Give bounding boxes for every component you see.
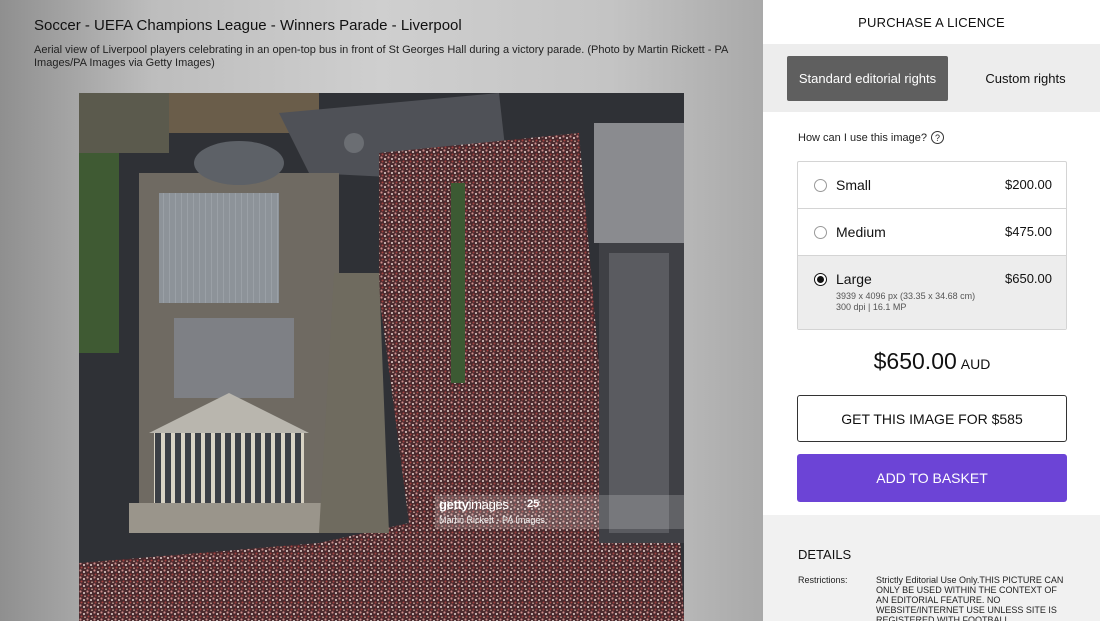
size-price: $200.00	[1005, 177, 1052, 192]
size-detail: 3939 x 4096 px (33.35 x 34.68 cm) 300 dp…	[836, 291, 975, 313]
restrictions-label: Restrictions:	[798, 575, 848, 585]
size-dimensions: 3939 x 4096 px (33.35 x 34.68 cm)	[836, 291, 976, 301]
size-price: $650.00	[1005, 271, 1052, 286]
size-options: Small $200.00 Medium $475.00 Large $650.…	[797, 161, 1067, 330]
size-name: Medium	[836, 224, 886, 240]
standard-rights-tab[interactable]: Standard editorial rights	[787, 56, 948, 101]
details-section: DETAILS Restrictions: Strictly Editorial…	[763, 515, 1100, 621]
custom-rights-tab[interactable]: Custom rights	[945, 56, 1100, 101]
details-title: DETAILS	[798, 547, 852, 562]
image-viewer: Soccer - UEFA Champions League - Winners…	[0, 0, 763, 621]
total-price: $650.00 AUD	[797, 348, 1067, 375]
radio-large[interactable]	[814, 273, 827, 286]
size-name: Small	[836, 177, 872, 193]
add-to-basket-button[interactable]: ADD TO BASKET	[797, 454, 1067, 502]
get-image-button[interactable]: GET THIS IMAGE FOR $585	[797, 395, 1067, 442]
size-resolution: 300 dpi | 16.1 MP	[836, 302, 907, 312]
help-icon[interactable]: ?	[931, 131, 945, 144]
panel-heading: PURCHASE A LICENCE	[858, 14, 1005, 30]
usage-question-label: How can I use this image?	[798, 131, 928, 144]
usage-question: How can I use this image? ?	[798, 131, 945, 144]
purchase-panel: PURCHASE A LICENCE Standard editorial ri…	[763, 0, 1100, 621]
watermark-brand: gettyimages	[439, 497, 509, 512]
image-title: Soccer - UEFA Champions League - Winners…	[34, 17, 462, 34]
size-price: $475.00	[1005, 224, 1052, 239]
watermark-years: 25	[527, 498, 540, 510]
total-amount: $650.00	[873, 348, 957, 374]
radio-medium[interactable]	[814, 226, 827, 239]
getty-watermark: gettyimages 25 Martin Rickett - PA Image…	[435, 495, 684, 529]
size-option-medium[interactable]: Medium $475.00	[798, 209, 1066, 256]
watermark-credit: Martin Rickett - PA Images	[439, 515, 545, 525]
restrictions-text: Strictly Editorial Use Only.THIS PICTURE…	[876, 575, 1064, 621]
size-option-small[interactable]: Small $200.00	[798, 162, 1066, 209]
image-caption: Aerial view of Liverpool players celebra…	[34, 44, 728, 69]
total-currency: AUD	[960, 356, 991, 372]
aerial-parade-photo	[79, 93, 684, 621]
photo[interactable]: gettyimages 25 Martin Rickett - PA Image…	[79, 93, 684, 621]
size-option-large[interactable]: Large $650.00 3939 x 4096 px (33.35 x 34…	[798, 256, 1066, 329]
radio-small[interactable]	[814, 179, 827, 192]
size-name: Large	[836, 271, 872, 287]
rights-switcher: Standard editorial rights Custom rights	[763, 44, 1100, 112]
